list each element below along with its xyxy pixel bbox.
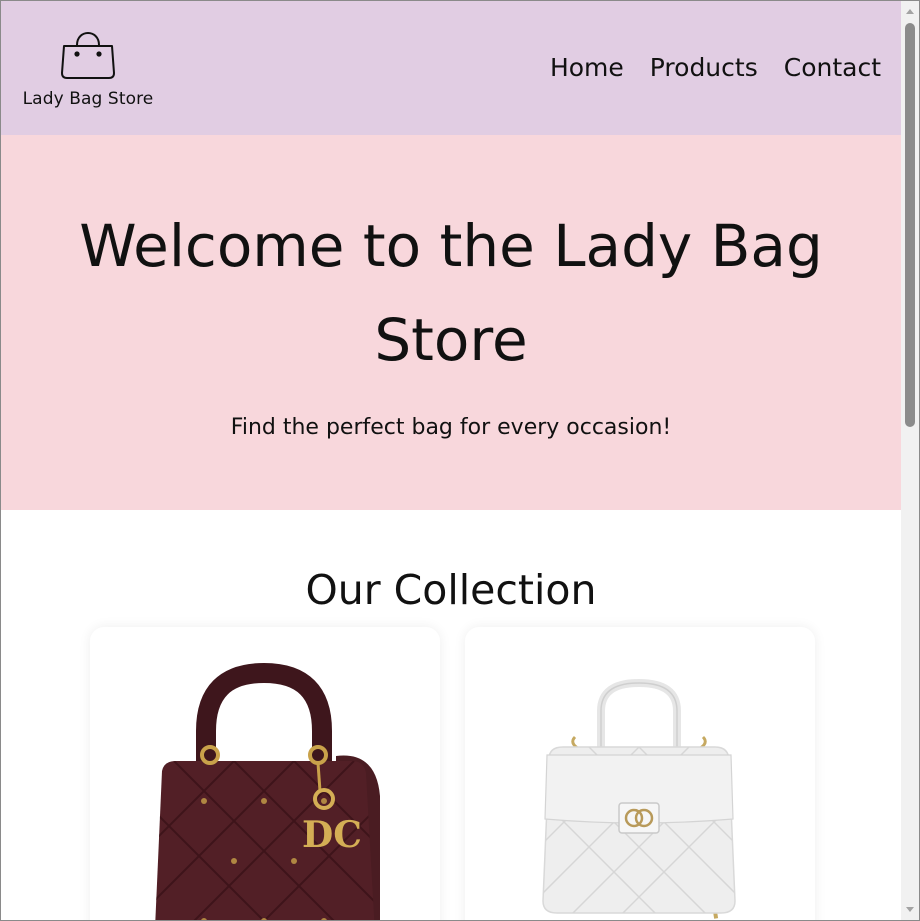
nav-link-contact[interactable]: Contact bbox=[784, 53, 881, 82]
logo[interactable]: Lady Bag Store bbox=[21, 21, 155, 109]
scroll-up-arrow-icon[interactable] bbox=[906, 9, 914, 14]
site-header: Lady Bag Store Home Products Contact bbox=[1, 1, 901, 135]
vertical-scrollbar[interactable] bbox=[901, 1, 919, 920]
collection-title: Our Collection bbox=[305, 566, 597, 614]
product-card[interactable]: DC bbox=[90, 627, 440, 920]
nav-link-home[interactable]: Home bbox=[550, 53, 624, 82]
handbag-icon bbox=[61, 32, 115, 79]
hero-section: Welcome to the Lady Bag Store Find the p… bbox=[1, 135, 901, 510]
logo-text: Lady Bag Store bbox=[22, 89, 154, 109]
burgundy-quilted-handbag-image: DC bbox=[154, 662, 380, 920]
main-nav: Home Products Contact bbox=[550, 53, 881, 82]
white-quilted-flap-bag-image bbox=[542, 678, 736, 920]
browser-viewport: Lady Bag Store Home Products Contact Wel… bbox=[0, 0, 920, 921]
scroll-down-arrow-icon[interactable] bbox=[906, 907, 914, 912]
hero-subtitle: Find the perfect bag for every occasion! bbox=[230, 415, 672, 440]
scrollbar-thumb[interactable] bbox=[905, 23, 915, 427]
nav-link-products[interactable]: Products bbox=[650, 53, 758, 82]
product-card[interactable] bbox=[465, 627, 815, 920]
product-image: DC bbox=[114, 651, 416, 920]
svg-text:DC: DC bbox=[302, 814, 362, 856]
hero-title: Welcome to the Lady Bag Store bbox=[79, 212, 823, 374]
product-image bbox=[489, 651, 791, 920]
